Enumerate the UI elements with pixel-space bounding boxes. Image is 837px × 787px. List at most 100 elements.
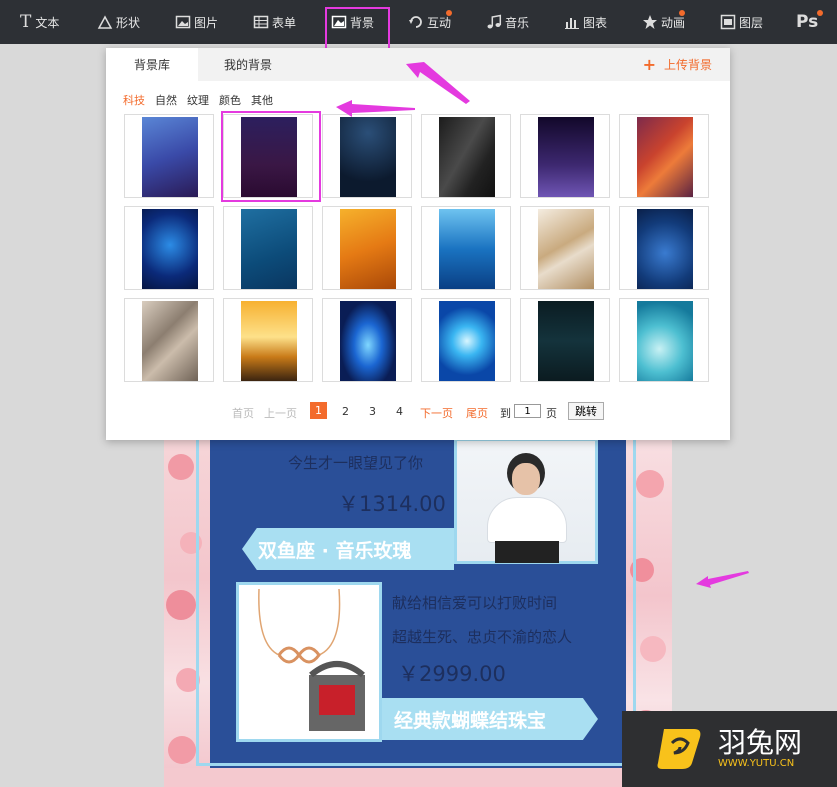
thumbnail-image xyxy=(340,117,396,197)
page-4-button[interactable]: 4 xyxy=(396,405,403,418)
toolbar-music-button[interactable]: 音乐 xyxy=(486,0,529,44)
goto-prefix: 到 xyxy=(500,407,511,420)
next-page-link[interactable]: 下一页 xyxy=(420,405,453,421)
toolbar-form-button[interactable]: 表单 xyxy=(253,0,296,44)
background-thumbnail[interactable] xyxy=(619,114,709,198)
background-picker-dialog: 背景库 我的背景 + 上传背景 科技 自然 纹理 颜色 其他 首页 上一页 1 … xyxy=(106,48,730,440)
thumbnail-image xyxy=(538,209,594,289)
poster-line-1: 今生才一眼望见了你 xyxy=(288,454,424,472)
tab-my-backgrounds[interactable]: 我的背景 xyxy=(198,48,298,81)
category-color[interactable]: 颜色 xyxy=(219,92,241,108)
pagination: 首页 上一页 1 2 3 4 下一页 尾页 到 页 跳转 xyxy=(106,402,730,422)
plus-icon: + xyxy=(642,55,656,74)
toolbar-shape-label: 形状 xyxy=(116,15,141,30)
flower-decoration xyxy=(640,636,666,662)
poster-line-2: 献给相信爱可以打败时间 xyxy=(392,594,558,612)
thumbnail-image xyxy=(439,301,495,381)
thumbnail-image xyxy=(142,117,198,197)
toolbar-form-label: 表单 xyxy=(272,15,297,30)
first-page-link[interactable]: 首页 xyxy=(232,405,254,421)
goto-suffix: 页 xyxy=(546,407,557,420)
thumbnail-image xyxy=(340,301,396,381)
goto-page-input[interactable] xyxy=(514,404,541,418)
thumbnail-image xyxy=(637,301,693,381)
shape-icon xyxy=(97,14,113,30)
toolbar-interact-button[interactable]: 互动 xyxy=(408,0,452,44)
thumbnail-image xyxy=(241,209,297,289)
background-thumbnail[interactable] xyxy=(124,206,214,290)
arrow-to-poster xyxy=(696,571,749,588)
jump-button[interactable]: 跳转 xyxy=(568,402,604,420)
necklace-photo xyxy=(236,582,382,742)
background-thumbnail[interactable] xyxy=(619,298,709,382)
toolbar-animation-button[interactable]: 动画 xyxy=(642,0,685,44)
background-thumbnail[interactable] xyxy=(421,206,511,290)
poster-line-3: 超越生死、忠贞不渝的恋人 xyxy=(392,628,573,646)
thumbnail-image xyxy=(637,117,693,197)
toolbar-text-button[interactable]: T 文本 xyxy=(20,0,59,44)
poster-price-1: ￥1314.00 xyxy=(338,492,446,516)
upload-background-label: 上传背景 xyxy=(663,58,712,72)
background-thumbnail[interactable] xyxy=(124,298,214,382)
upload-background-button[interactable]: + 上传背景 xyxy=(643,48,712,81)
necklace-illustration xyxy=(258,588,365,731)
background-thumbnail[interactable] xyxy=(322,114,412,198)
poster-ribbon-1: 双鱼座 · 音乐玫瑰 xyxy=(242,528,454,570)
thumbnail-image xyxy=(142,301,198,381)
poster-canvas[interactable]: 今生才一眼望见了你 ￥1314.00 双鱼座 · 音乐玫瑰 献给相信爱可以打败时… xyxy=(164,440,672,787)
background-thumbnail[interactable] xyxy=(421,298,511,382)
model-shirt xyxy=(487,497,567,543)
toolbar-ps-button[interactable]: Ps xyxy=(796,0,823,44)
background-thumbnail[interactable] xyxy=(520,206,610,290)
page-1-button[interactable]: 1 xyxy=(310,402,327,419)
toolbar-image-button[interactable]: 图片 xyxy=(175,0,218,44)
toolbar-image-label: 图片 xyxy=(194,15,219,30)
background-thumbnail[interactable] xyxy=(124,114,214,198)
thumbnail-image xyxy=(340,209,396,289)
thumbnail-image xyxy=(142,209,198,289)
background-thumbnail[interactable] xyxy=(520,298,610,382)
thumbnail-image xyxy=(538,301,594,381)
toolbar-layer-button[interactable]: 图层 xyxy=(720,0,763,44)
toolbar-text-label: 文本 xyxy=(35,15,60,30)
category-texture[interactable]: 纹理 xyxy=(187,92,209,108)
toolbar-chart-button[interactable]: 图表 xyxy=(564,0,607,44)
toolbar-interact-label: 互动 xyxy=(427,15,452,30)
dialog-tab-bar: 背景库 我的背景 + 上传背景 xyxy=(106,48,730,81)
background-thumbnail[interactable] xyxy=(322,298,412,382)
last-page-link[interactable]: 尾页 xyxy=(466,405,488,421)
page-3-button[interactable]: 3 xyxy=(369,405,376,418)
poster-ribbon-2: 经典款蝴蝶结珠宝 xyxy=(382,698,598,740)
model-face xyxy=(512,463,540,495)
image-icon xyxy=(175,14,191,30)
background-thumbnail[interactable] xyxy=(520,114,610,198)
category-other[interactable]: 其他 xyxy=(251,92,273,108)
background-thumbnail[interactable] xyxy=(421,114,511,198)
notification-dot xyxy=(446,10,452,16)
flower-decoration xyxy=(166,590,196,620)
prev-page-link[interactable]: 上一页 xyxy=(264,405,297,421)
tab-background-library[interactable]: 背景库 xyxy=(106,48,198,81)
thumbnail-image xyxy=(637,209,693,289)
watermark-name: 羽兔网 xyxy=(718,726,803,759)
watermark-url: WWW.YUTU.CN xyxy=(718,758,795,769)
notification-dot xyxy=(679,10,685,16)
category-nature[interactable]: 自然 xyxy=(155,92,177,108)
form-icon xyxy=(253,14,269,30)
flower-decoration xyxy=(636,470,664,498)
category-filter: 科技 自然 纹理 颜色 其他 xyxy=(123,92,283,108)
tab-background-library-label: 背景库 xyxy=(133,58,170,72)
watermark: 羽兔网 WWW.YUTU.CN xyxy=(622,711,837,787)
background-thumbnail[interactable] xyxy=(619,206,709,290)
page-2-button[interactable]: 2 xyxy=(342,405,349,418)
background-thumbnail[interactable] xyxy=(223,206,313,290)
thumbnail-image xyxy=(439,117,495,197)
category-tech[interactable]: 科技 xyxy=(123,92,145,108)
thumbnail-highlight xyxy=(221,111,321,202)
background-thumbnail[interactable] xyxy=(322,206,412,290)
top-toolbar: T 文本 形状 图片 表单 背景 互动 音乐 图表 动画 图层 Ps xyxy=(0,0,837,44)
background-thumbnail[interactable] xyxy=(223,298,313,382)
interact-icon xyxy=(408,14,424,30)
layer-icon xyxy=(720,14,736,30)
toolbar-shape-button[interactable]: 形状 xyxy=(97,0,140,44)
